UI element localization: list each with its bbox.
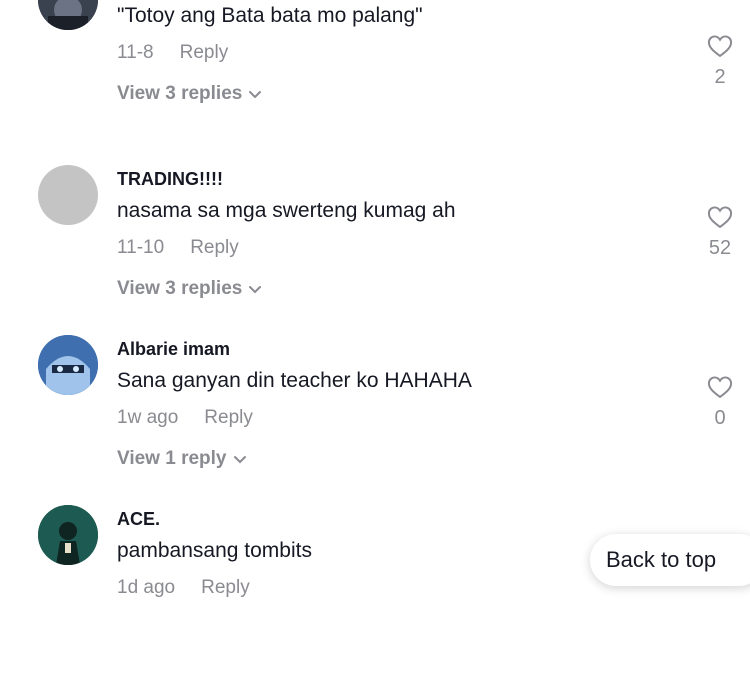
reply-button[interactable]: Reply — [204, 407, 253, 428]
like-button[interactable]: 0 — [700, 373, 740, 430]
view-replies-label: View 3 replies — [117, 83, 243, 104]
reply-button[interactable]: Reply — [201, 577, 250, 598]
avatar[interactable] — [38, 335, 98, 395]
comment-username[interactable]: ACE. — [117, 509, 160, 530]
comment-text: pambansang tombits — [117, 539, 312, 562]
comment-meta: 11-10 Reply — [117, 237, 239, 259]
comment-text: nasama sa mga swerteng kumag ah — [117, 199, 456, 222]
heart-outline-icon — [707, 206, 733, 229]
chevron-down-icon — [249, 286, 262, 294]
view-replies-label: View 3 replies — [117, 278, 243, 299]
comment-date: 11-8 — [117, 42, 154, 63]
like-count: 2 — [714, 66, 726, 88]
like-count: 52 — [708, 237, 732, 259]
avatar[interactable] — [38, 0, 98, 30]
comment-item: Albarie imam Sana ganyan din teacher ko … — [0, 335, 750, 505]
back-to-top-button[interactable]: Back to top — [590, 534, 750, 586]
like-count: 0 — [714, 407, 726, 429]
view-replies-button[interactable]: View 3 replies — [117, 83, 262, 105]
chevron-down-icon — [249, 91, 262, 99]
avatar[interactable] — [38, 165, 98, 225]
back-to-top-label: Back to top — [606, 547, 717, 572]
comment-meta: 1w ago Reply — [117, 407, 253, 429]
comment-username[interactable]: TRADING!!!! — [117, 169, 223, 190]
comment-text: Sana ganyan din teacher ko HAHAHA — [117, 369, 472, 392]
avatar[interactable] — [38, 505, 98, 565]
comment-item: ACE. pambansang tombits 1d ago Reply — [0, 505, 750, 675]
view-replies-button[interactable]: View 3 replies — [117, 278, 262, 300]
comment-date: 11-10 — [117, 237, 165, 258]
comment-text: "Totoy ang Bata bata mo palang" — [117, 4, 423, 27]
comment-username[interactable]: Albarie imam — [117, 339, 230, 360]
comment-item: TRADING!!!! nasama sa mga swerteng kumag… — [0, 165, 750, 335]
comment-meta: 1d ago Reply — [117, 577, 250, 599]
comment-date: 1w ago — [117, 407, 179, 428]
heart-outline-icon — [707, 35, 733, 58]
like-button[interactable]: 52 — [700, 203, 740, 260]
view-replies-button[interactable]: View 1 reply — [117, 448, 247, 470]
chevron-down-icon — [233, 456, 246, 464]
reply-button[interactable]: Reply — [180, 42, 229, 63]
comment-item: "Totoy ang Bata bata mo palang" 11-8 Repl… — [0, 0, 750, 140]
reply-button[interactable]: Reply — [190, 237, 239, 258]
comment-date: 1d ago — [117, 577, 176, 598]
heart-outline-icon — [707, 376, 733, 399]
comment-meta: 11-8 Reply — [117, 42, 228, 64]
like-button[interactable]: 2 — [700, 32, 740, 89]
view-replies-label: View 1 reply — [117, 448, 227, 469]
